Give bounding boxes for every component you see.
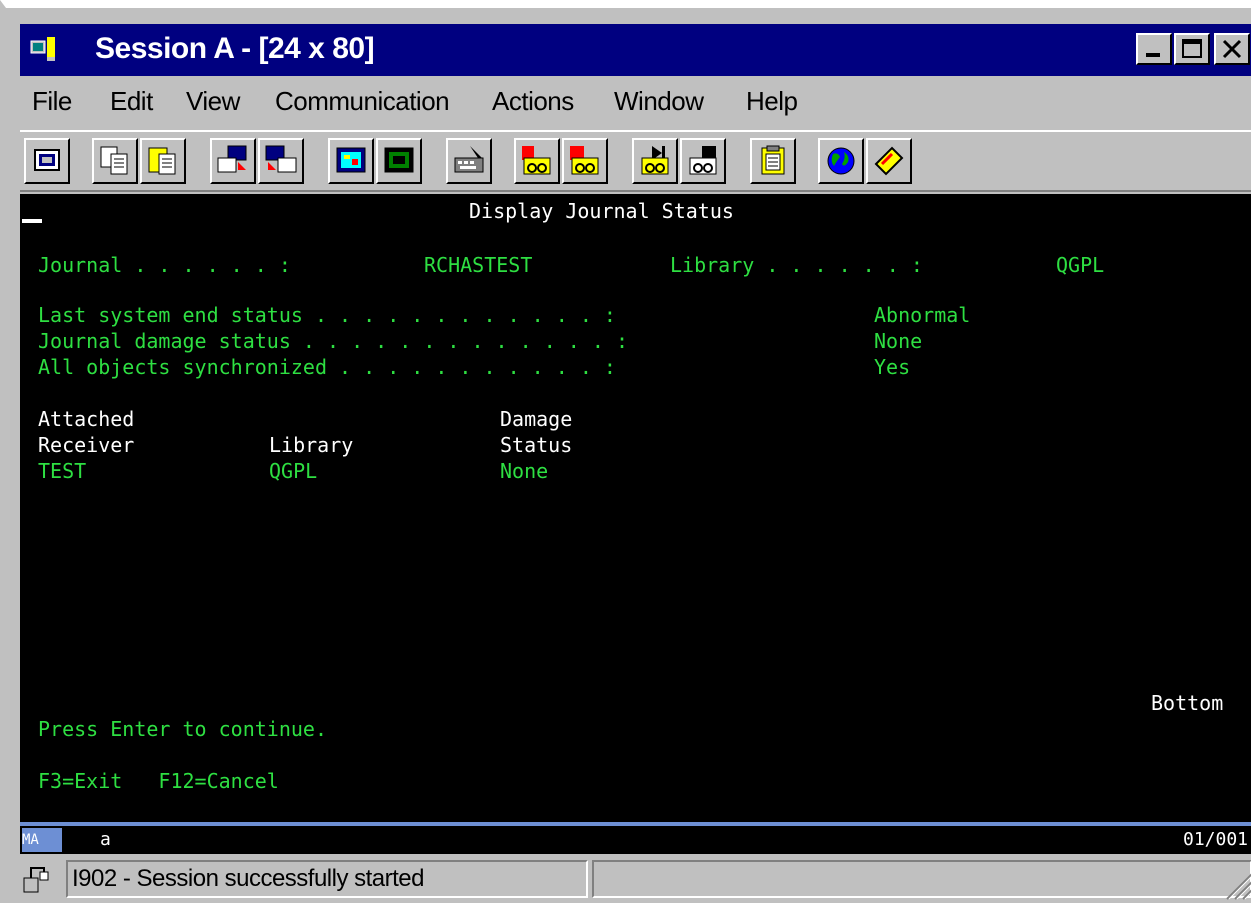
position-indicator: Bottom: [1151, 691, 1224, 715]
oia-indicator: MA: [22, 828, 62, 852]
color-map-icon: [384, 147, 414, 173]
receiver-status-cell: None: [500, 459, 549, 483]
synchronized-label: All objects synchronized . . . . . . . .…: [38, 355, 616, 379]
menu-communication[interactable]: Communication: [275, 86, 450, 117]
globe-icon: [827, 147, 855, 175]
receiver-cell: TEST: [38, 459, 87, 483]
menu-window[interactable]: Window: [614, 86, 704, 117]
maximize-button[interactable]: [1174, 33, 1210, 65]
connection-icon: [23, 867, 49, 893]
menu-view[interactable]: View: [186, 86, 240, 117]
macro-edit-icon: [689, 146, 717, 175]
toolbar-color-map-button[interactable]: [376, 138, 422, 184]
terminal-cursor: [22, 219, 42, 223]
display-setup-icon: [336, 147, 366, 173]
menu-file[interactable]: File: [32, 86, 72, 117]
toolbar-copy-button[interactable]: [92, 138, 138, 184]
clipboard-icon: [761, 145, 785, 175]
last-end-status-label: Last system end status . . . . . . . . .…: [38, 303, 616, 327]
close-button[interactable]: [1214, 33, 1250, 65]
menu-bar: File Edit View Communication Actions Win…: [20, 78, 1251, 128]
title-bar[interactable]: Session A - [24 x 80]: [20, 24, 1251, 76]
emulator-window: Session A - [24 x 80] File Edit View Com…: [0, 0, 1251, 903]
last-end-status-value: Abnormal: [874, 303, 971, 327]
oia-session-letter: a: [100, 829, 111, 850]
paste-icon: [148, 147, 176, 175]
copy-icon: [100, 146, 128, 175]
minimize-icon: [1146, 53, 1160, 57]
toolbar-receive-file-button[interactable]: [258, 138, 304, 184]
toolbar-send-file-button[interactable]: [210, 138, 256, 184]
journal-value: RCHASTEST: [424, 253, 533, 277]
app-icon[interactable]: [30, 35, 60, 63]
toolbar-macro-stop-button[interactable]: [562, 138, 608, 184]
toolbar: [20, 130, 1251, 192]
damage-status-value: None: [874, 329, 923, 353]
help-tag-icon: [874, 146, 904, 176]
toolbar-macro-play-button[interactable]: [632, 138, 678, 184]
column-header-receiver-1: Attached: [38, 407, 135, 431]
operator-info-area: MA a 01/001: [20, 826, 1251, 854]
display-icon: [34, 149, 60, 171]
terminal-screen[interactable]: Display Journal Status Journal . . . . .…: [20, 194, 1251, 822]
column-header-damage-1: Damage: [500, 407, 573, 431]
toolbar-clipboard-button[interactable]: [750, 138, 796, 184]
oia-cursor-position: 01/001: [1183, 829, 1249, 850]
maximize-icon: [1182, 39, 1202, 58]
window-title: Session A - [24 x 80]: [95, 32, 375, 65]
macro-record-icon: [522, 146, 551, 175]
toolbar-display-setup-button[interactable]: [328, 138, 374, 184]
synchronized-value: Yes: [874, 355, 911, 379]
receiver-library-cell: QGPL: [269, 459, 318, 483]
toolbar-globe-button[interactable]: [818, 138, 864, 184]
column-header-receiver-2: Receiver: [38, 433, 135, 457]
send-file-icon: [217, 145, 247, 173]
column-header-library: Library: [269, 433, 354, 457]
journal-label: Journal . . . . . . :: [38, 253, 291, 277]
prompt-text: Press Enter to continue.: [38, 717, 327, 741]
menu-help[interactable]: Help: [746, 86, 798, 117]
toolbar-display-button[interactable]: [24, 138, 70, 184]
menu-actions[interactable]: Actions: [492, 86, 574, 117]
damage-status-label: Journal damage status . . . . . . . . . …: [38, 329, 629, 353]
status-pane-empty: [592, 860, 1251, 898]
close-icon: [1222, 39, 1242, 59]
toolbar-macro-record-button[interactable]: [514, 138, 560, 184]
library-label: Library . . . . . . :: [670, 253, 923, 277]
resize-grip-icon[interactable]: [1219, 865, 1251, 901]
macro-play-icon: [641, 146, 669, 175]
receive-file-icon: [265, 145, 297, 173]
library-value: QGPL: [1056, 253, 1105, 277]
status-bar: I902 - Session successfully started: [20, 856, 1251, 903]
keyboard-map-icon: [454, 146, 484, 173]
column-header-damage-2: Status: [500, 433, 573, 457]
toolbar-macro-edit-button[interactable]: [680, 138, 726, 184]
screen-title: Display Journal Status: [469, 199, 734, 223]
minimize-button[interactable]: [1136, 33, 1172, 65]
menu-edit[interactable]: Edit: [110, 86, 153, 117]
status-message: I902 - Session successfully started: [66, 860, 588, 898]
function-keys[interactable]: F3=Exit F12=Cancel: [38, 768, 279, 794]
toolbar-keyboard-map-button[interactable]: [446, 138, 492, 184]
macro-stop-icon: [570, 146, 599, 175]
toolbar-help-button[interactable]: [866, 138, 912, 184]
toolbar-paste-button[interactable]: [140, 138, 186, 184]
